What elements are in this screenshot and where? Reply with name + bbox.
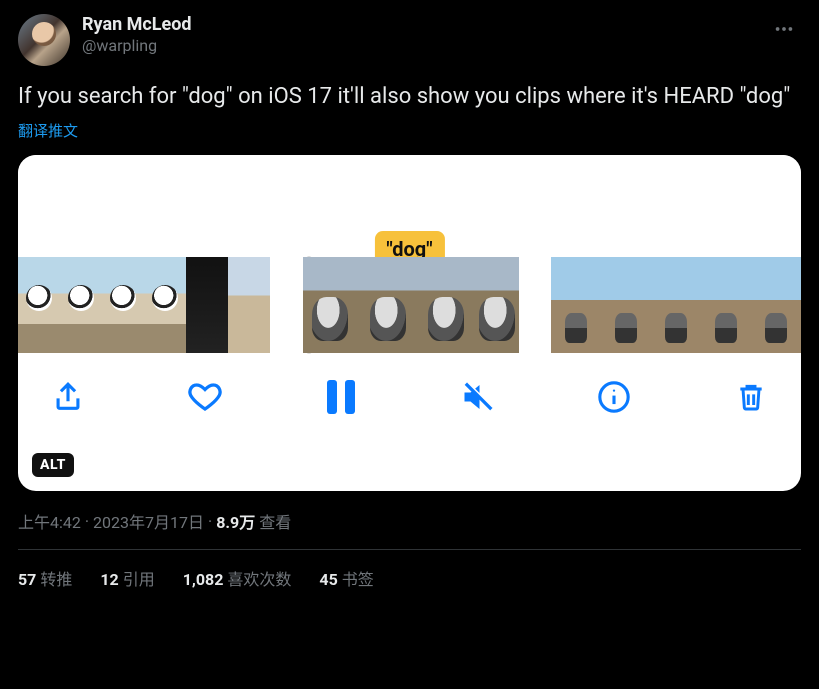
views-label: 查看 [259,509,291,533]
quotes-count: 12 [100,570,118,589]
views-count: 8.9万 [216,509,255,533]
likes-label: 喜欢次数 [227,570,291,589]
engagement-row: 57转推 12 引用 1,082喜欢次数 45 书签 [18,550,801,600]
thumbnail [18,257,60,353]
display-name: Ryan McLeod [82,14,767,36]
retweets-stat[interactable]: 57转推 [18,566,72,590]
handle: @warpling [82,36,767,56]
clip-gap [519,257,552,353]
pause-icon [327,380,355,414]
likes-stat[interactable]: 1,082喜欢次数 [183,566,292,590]
pause-button[interactable] [319,375,363,419]
thumbnail [228,257,270,353]
trash-button[interactable] [729,375,773,419]
bookmarks-count: 45 [319,570,337,589]
quotes-label: 引用 [123,570,155,589]
media-toolbar [18,353,801,439]
ellipsis-icon [773,18,795,40]
avatar[interactable] [18,14,70,66]
thumbnail [651,257,701,353]
info-icon [597,380,631,414]
share-button[interactable] [46,375,90,419]
retweets-label: 转推 [40,570,72,589]
share-icon [51,380,85,414]
thumbnail [751,257,801,353]
thumbnail [701,257,751,353]
tweet-header: Ryan McLeod @warpling [18,14,801,66]
thumbnail [361,257,419,353]
quotes-stat[interactable]: 12 引用 [100,566,154,590]
timestamp-date[interactable]: 2023年7月17日 [93,509,204,533]
thumbnail [144,257,186,353]
likes-count: 1,082 [183,570,224,589]
bookmarks-label: 书签 [342,570,374,589]
retweets-count: 57 [18,570,36,589]
media-attachment[interactable]: "dog" [18,155,801,491]
alt-badge[interactable]: ALT [32,453,74,477]
clip-group-1[interactable] [18,257,270,353]
thumbnail [303,257,361,353]
clip-group-3[interactable] [551,257,801,353]
thumbnail [102,257,144,353]
thumbnail [419,257,477,353]
trash-icon [735,381,767,413]
thumbnail [551,257,601,353]
thumbnail [186,257,228,353]
thumbnail [601,257,651,353]
thumbnail [60,257,102,353]
video-timeline[interactable] [18,257,801,353]
tweet-text: If you search for "dog" on iOS 17 it'll … [18,82,801,112]
meta-sep: · [208,512,212,531]
tweet-meta: 上午4:42 · 2023年7月17日 · 8.9万 查看 [18,509,801,533]
info-button[interactable] [592,375,636,419]
clip-group-2[interactable] [303,257,519,353]
tweet-card: Ryan McLeod @warpling If you search for … [0,0,819,600]
bookmarks-stat[interactable]: 45 书签 [319,566,373,590]
like-button[interactable] [183,375,227,419]
more-button[interactable] [767,14,801,48]
author-names[interactable]: Ryan McLeod @warpling [82,14,767,56]
translate-link[interactable]: 翻译推文 [18,120,78,141]
speaker-muted-icon [460,379,496,415]
timestamp-time[interactable]: 上午4:42 [18,509,81,533]
heart-icon [187,379,223,415]
mute-button[interactable] [456,375,500,419]
thumbnail [477,257,519,353]
meta-sep: · [85,512,89,531]
clip-gap [270,257,303,353]
